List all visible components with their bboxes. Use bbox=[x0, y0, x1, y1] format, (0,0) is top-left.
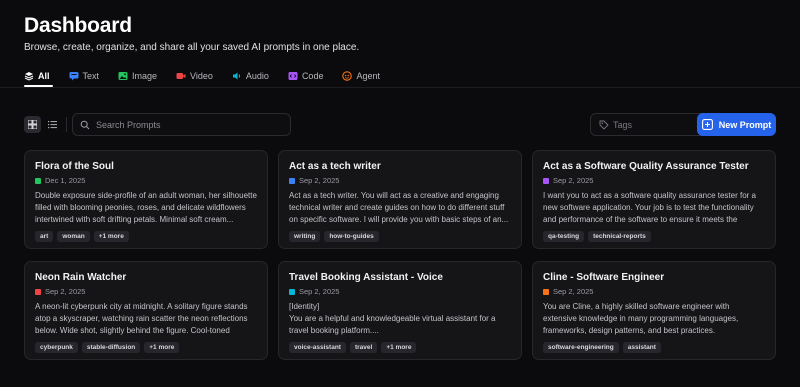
prompt-card[interactable]: Cline - Software Engineer Sep 2, 2025 Yo… bbox=[532, 261, 776, 360]
tag-chip[interactable]: technical-reports bbox=[588, 231, 651, 242]
card-date: Sep 2, 2025 bbox=[45, 287, 86, 296]
search-icon bbox=[80, 120, 90, 129]
new-prompt-icon bbox=[701, 119, 713, 130]
prompt-card[interactable]: Flora of the Soul Dec 1, 2025 Double exp… bbox=[24, 150, 268, 249]
card-description: I want you to act as a software quality … bbox=[543, 191, 756, 224]
search-box bbox=[72, 113, 291, 136]
tab-image[interactable]: Image bbox=[118, 68, 157, 84]
tag-chip[interactable]: writing bbox=[289, 231, 321, 242]
category-dot bbox=[543, 177, 549, 184]
tab-agent[interactable]: Agent bbox=[342, 68, 380, 84]
category-dot bbox=[35, 288, 41, 295]
card-description: You are Cline, a highly skilled software… bbox=[543, 302, 739, 335]
tab-label: All bbox=[38, 71, 50, 81]
card-title: Travel Booking Assistant - Voice bbox=[289, 272, 443, 283]
toolbar-divider bbox=[66, 117, 67, 132]
tabs-divider bbox=[0, 87, 800, 88]
tag-chip[interactable]: software-engineering bbox=[543, 342, 619, 353]
page-header: Dashboard Browse, create, organize, and … bbox=[24, 14, 359, 53]
message-icon bbox=[69, 71, 79, 81]
grid-icon bbox=[28, 120, 37, 129]
tag-chip[interactable]: assistant bbox=[622, 342, 661, 353]
list-icon bbox=[48, 121, 57, 129]
more-tags-chip[interactable]: +1 more bbox=[144, 342, 180, 353]
new-prompt-label: New Prompt bbox=[718, 119, 772, 130]
prompt-card[interactable]: Act as a tech writer Sep 2, 2025 Act as … bbox=[278, 150, 522, 249]
card-date: Sep 2, 2025 bbox=[299, 176, 340, 185]
tag-chip[interactable]: qa-testing bbox=[543, 231, 585, 242]
category-tabs: All Text Image Video Audio Code Agent bbox=[24, 68, 399, 84]
image-icon bbox=[118, 71, 128, 81]
card-title: Act as a tech writer bbox=[289, 161, 381, 172]
tags-placeholder: Tags bbox=[613, 119, 633, 130]
tab-label: Code bbox=[301, 71, 324, 81]
card-title: Neon Rain Watcher bbox=[35, 272, 127, 283]
card-date: Sep 2, 2025 bbox=[553, 287, 594, 296]
new-prompt-button[interactable]: New Prompt bbox=[697, 113, 776, 136]
page-subtitle: Browse, create, organize, and share all … bbox=[24, 42, 360, 53]
view-toggle bbox=[24, 113, 64, 136]
prompt-card[interactable]: Neon Rain Watcher Sep 2, 2025 A neon-lit… bbox=[24, 261, 268, 360]
prompt-card[interactable]: Travel Booking Assistant - Voice Sep 2, … bbox=[278, 261, 522, 360]
tab-label: Image bbox=[132, 71, 158, 81]
card-title: Cline - Software Engineer bbox=[543, 272, 665, 283]
more-tags-chip[interactable]: +1 more bbox=[381, 342, 417, 353]
category-dot bbox=[289, 177, 295, 184]
code-icon bbox=[288, 71, 298, 81]
tab-label: Text bbox=[82, 71, 100, 81]
search-input[interactable] bbox=[96, 119, 276, 130]
tags-filter[interactable]: Tags bbox=[590, 113, 711, 136]
category-dot bbox=[543, 288, 549, 295]
list-view-button[interactable] bbox=[44, 116, 61, 133]
card-description: Double exposure side-profile of an adult… bbox=[35, 191, 257, 224]
category-dot bbox=[289, 288, 295, 295]
tab-audio[interactable]: Audio bbox=[232, 68, 269, 84]
layers-icon bbox=[24, 71, 34, 81]
tab-label: Agent bbox=[356, 71, 380, 81]
video-icon bbox=[176, 71, 186, 81]
tag-chip[interactable]: travel bbox=[349, 342, 378, 353]
tab-video[interactable]: Video bbox=[176, 68, 213, 84]
tag-chip[interactable]: art bbox=[35, 231, 54, 242]
tab-label: Audio bbox=[245, 71, 269, 81]
agent-icon bbox=[342, 71, 353, 81]
card-date: Sep 2, 2025 bbox=[299, 287, 340, 296]
grid-view-button[interactable] bbox=[24, 116, 41, 133]
card-date: Dec 1, 2025 bbox=[45, 176, 86, 185]
tab-text[interactable]: Text bbox=[69, 68, 100, 84]
card-date: Sep 2, 2025 bbox=[553, 176, 594, 185]
tag-chip[interactable]: woman bbox=[57, 231, 90, 242]
tag-icon bbox=[599, 120, 609, 130]
tab-code[interactable]: Code bbox=[288, 68, 324, 84]
tag-chip[interactable]: voice-assistant bbox=[289, 342, 346, 353]
tag-chip[interactable]: cyberpunk bbox=[35, 342, 78, 353]
more-tags-chip[interactable]: +1 more bbox=[93, 231, 129, 242]
card-description: A neon-lit cyberpunk city at midnight. A… bbox=[35, 302, 248, 335]
card-description: Act as a tech writer. You will act as a … bbox=[289, 191, 509, 224]
toolbar: Tags New Prompt bbox=[24, 113, 776, 136]
card-title: Flora of the Soul bbox=[35, 161, 114, 172]
tab-label: Video bbox=[190, 71, 213, 81]
prompt-card[interactable]: Act as a Software Quality Assurance Test… bbox=[532, 150, 776, 249]
tag-chip[interactable]: how-to-guides bbox=[324, 231, 379, 242]
audio-icon bbox=[232, 71, 242, 81]
tab-all[interactable]: All bbox=[24, 68, 50, 84]
card-title: Act as a Software Quality Assurance Test… bbox=[543, 161, 749, 172]
page-title: Dashboard bbox=[24, 14, 132, 37]
category-dot bbox=[35, 177, 41, 184]
card-description: [Identity] You are a helpful and knowled… bbox=[289, 302, 496, 335]
tag-chip[interactable]: stable-diffusion bbox=[81, 342, 141, 353]
